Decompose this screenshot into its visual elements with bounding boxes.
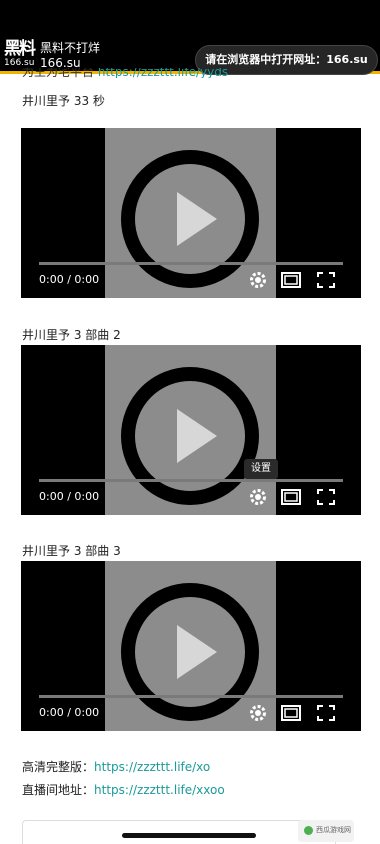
home-indicator[interactable] [122, 833, 256, 838]
time-display: 0:00 / 0:00 [39, 273, 100, 286]
settings-gear-icon[interactable] [247, 487, 269, 507]
logo-sub: 166.su [4, 58, 35, 68]
live-link[interactable]: https://zzzttt.life/xxoo [94, 783, 225, 797]
video-title-2: 井川里予 3 部曲 2 [22, 328, 121, 342]
hd-link-label: 高清完整版： [22, 760, 95, 774]
partial-text: 为王为宅平台 [22, 68, 95, 78]
picture-in-picture-icon[interactable] [280, 270, 302, 290]
picture-in-picture-icon[interactable] [280, 487, 302, 507]
fullscreen-icon[interactable] [315, 487, 337, 507]
picture-in-picture-icon[interactable] [280, 703, 302, 723]
play-icon[interactable] [117, 579, 263, 725]
settings-gear-icon[interactable] [247, 270, 269, 290]
play-icon[interactable] [117, 363, 263, 509]
video-player-1[interactable]: 0:00 / 0:00 [21, 128, 361, 298]
play-icon[interactable] [117, 146, 263, 292]
live-link-row: 直播间地址：https://zzzttt.life/xxoo [22, 781, 225, 798]
partial-link[interactable]: https://zzzttt.life/yyds [98, 68, 228, 78]
fullscreen-icon[interactable] [315, 270, 337, 290]
site-name: 黑料不打烊 [40, 41, 101, 55]
time-display: 0:00 / 0:00 [39, 490, 100, 503]
video-player-3[interactable]: 0:00 / 0:00 [21, 561, 361, 731]
settings-gear-icon[interactable] [247, 703, 269, 723]
video-title-1: 井川里予 33 秒 [22, 94, 105, 108]
hd-link[interactable]: https://zzzttt.life/xo [94, 760, 210, 774]
fullscreen-icon[interactable] [315, 703, 337, 723]
video-player-2[interactable]: 0:00 / 0:00 [21, 345, 361, 515]
logo-main: 黑料 [4, 39, 36, 59]
progress-bar[interactable] [39, 262, 343, 265]
video-title-3: 井川里予 3 部曲 3 [22, 544, 121, 558]
time-display: 0:00 / 0:00 [39, 706, 100, 719]
hd-link-row: 高清完整版：https://zzzttt.life/xo [22, 758, 210, 775]
progress-bar[interactable] [39, 479, 343, 482]
watermark-badge: 西瓜游戏网 [298, 820, 354, 842]
settings-tooltip: 设置 [244, 459, 278, 479]
status-bar [0, 0, 380, 36]
live-link-label: 直播间地址： [22, 783, 95, 797]
watermark-text: 西瓜游戏网 [316, 826, 351, 834]
progress-bar[interactable] [39, 695, 343, 698]
watermark-logo-icon [304, 826, 313, 835]
bottom-card [22, 820, 336, 844]
partial-text-line: 为王为宅平台 https://zzzttt.life/yyds [22, 68, 228, 78]
